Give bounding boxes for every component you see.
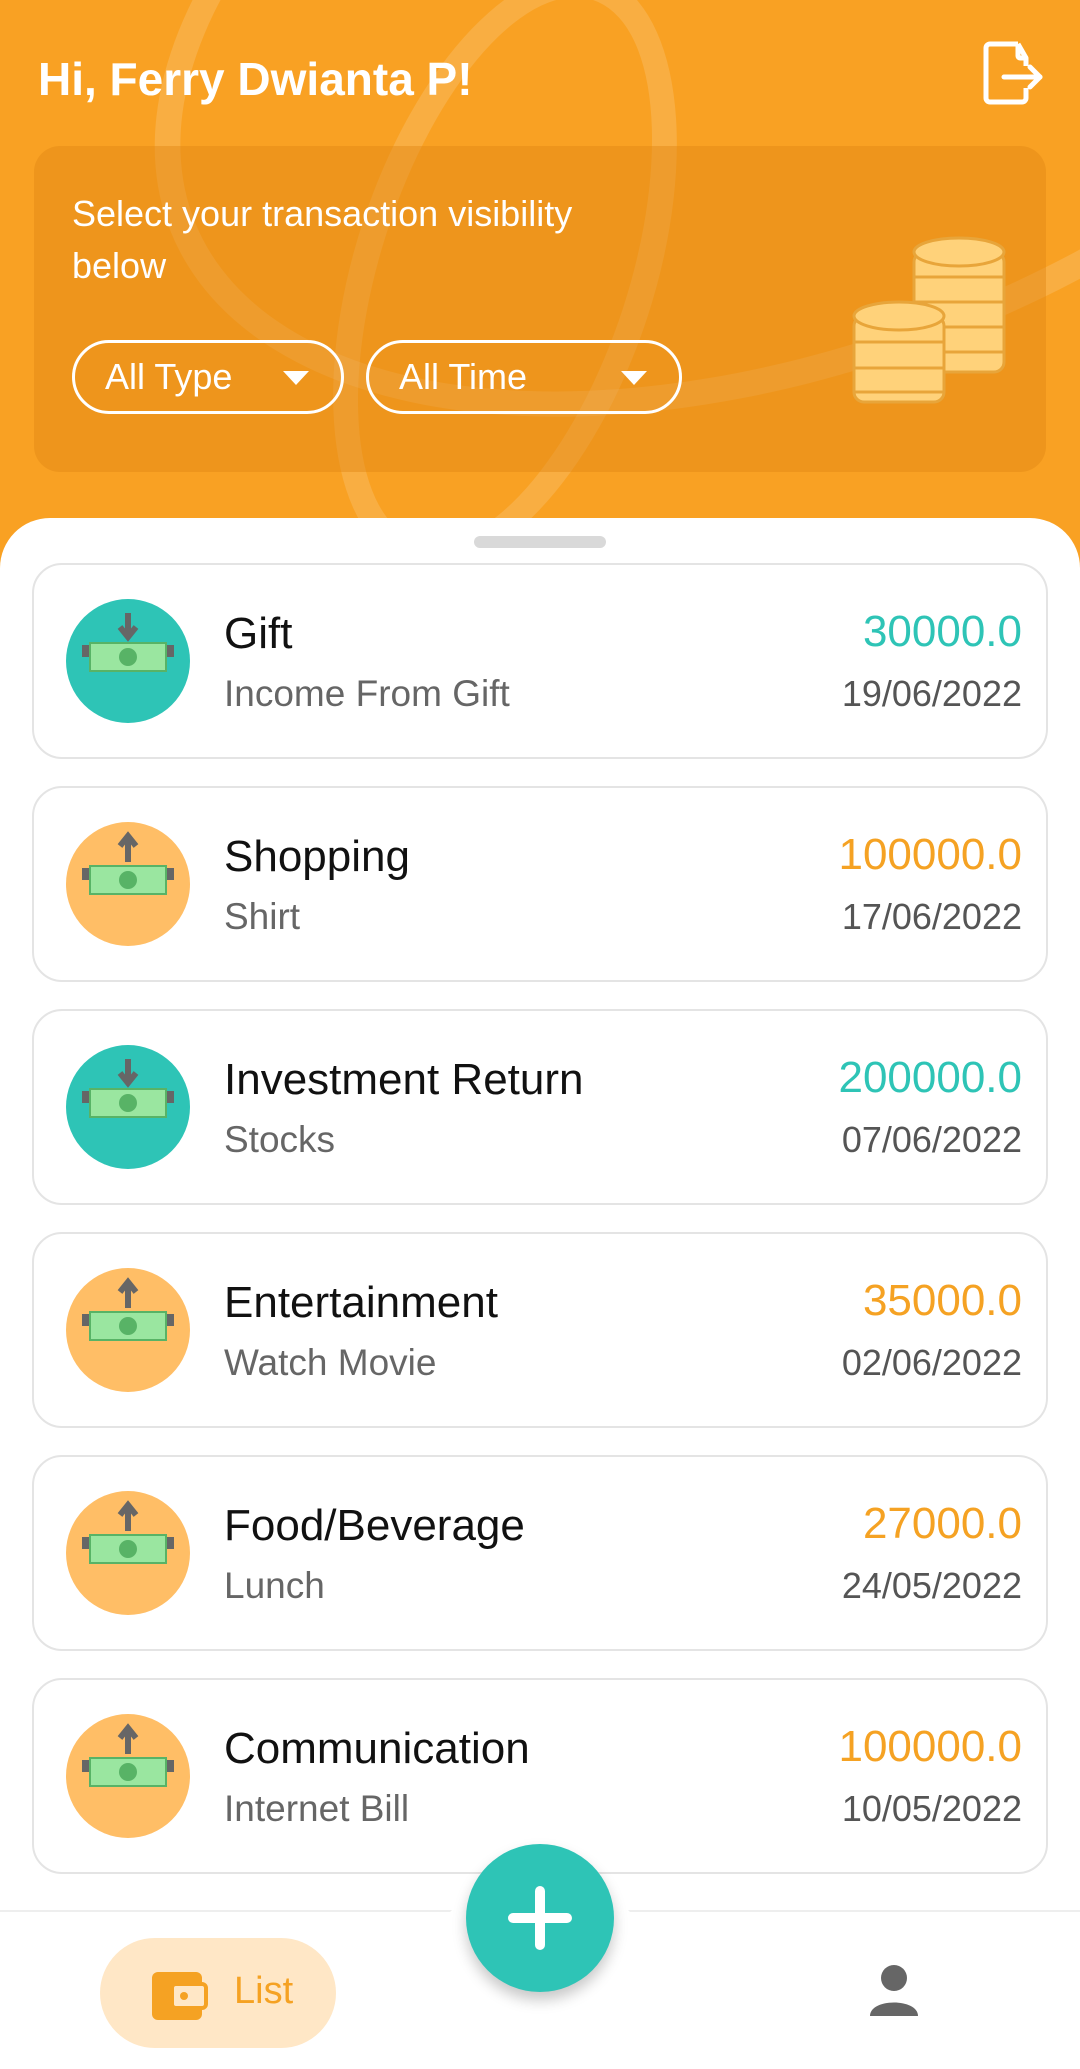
expense-cash-icon [66,1714,190,1838]
plus-icon [535,1886,545,1950]
transaction-date: 10/05/2022 [841,1788,1022,1829]
greeting-text: Hi, Ferry Dwianta P! [38,53,473,105]
transaction-amount: 200000.0 [838,1053,1022,1102]
transaction-amount: 30000.0 [862,607,1022,656]
transaction-subtitle: Internet Bill [224,1788,410,1829]
sheet-drag-handle[interactable] [474,536,606,548]
transaction-item[interactable]: Gift Income From Gift 30000.0 19/06/2022 [32,563,1048,759]
transaction-date: 24/05/2022 [841,1565,1022,1606]
filter-prompt: Select your transaction visibility below [72,193,573,286]
transaction-date: 19/06/2022 [841,673,1022,714]
profile-icon [870,1965,918,2016]
transaction-amount: 35000.0 [862,1276,1022,1325]
time-filter-value: All Time [399,356,528,397]
transaction-date: 02/06/2022 [841,1342,1022,1383]
transaction-title: Entertainment [224,1278,498,1327]
transaction-subtitle: Stocks [224,1119,336,1160]
transaction-subtitle: Income From Gift [224,673,510,714]
expense-cash-icon [66,1491,190,1615]
income-cash-icon [66,599,190,723]
nav-list-label: List [234,1970,294,2012]
expense-cash-icon [66,1268,190,1392]
time-filter-dropdown[interactable]: All Time [366,340,682,414]
transaction-list: Gift Income From Gift 30000.0 19/06/2022… [32,563,1048,1901]
caret-down-icon [283,371,309,385]
transaction-item[interactable]: Food/Beverage Lunch 27000.0 24/05/2022 [32,1455,1048,1651]
logout-icon [983,41,1043,105]
transaction-subtitle: Lunch [224,1565,325,1606]
transaction-item[interactable]: Investment Return Stocks 200000.0 07/06/… [32,1009,1048,1205]
transaction-item[interactable]: Entertainment Watch Movie 35000.0 02/06/… [32,1232,1048,1428]
transaction-amount: 100000.0 [838,830,1022,879]
transaction-title: Investment Return [224,1055,584,1104]
income-cash-icon [66,1045,190,1169]
add-transaction-button[interactable] [466,1844,614,1992]
logout-button[interactable] [978,38,1048,108]
nav-list-tab[interactable]: List [100,1938,336,2048]
transaction-subtitle: Watch Movie [224,1342,437,1383]
wallet-icon [152,1972,208,2020]
expense-cash-icon [66,822,190,946]
transaction-date: 07/06/2022 [841,1119,1022,1160]
transaction-amount: 100000.0 [838,1722,1022,1771]
transaction-subtitle: Shirt [224,896,301,937]
transaction-title: Communication [224,1724,530,1773]
caret-down-icon [621,371,647,385]
transaction-amount: 27000.0 [862,1499,1022,1548]
coins-icon [852,236,1006,404]
transaction-title: Food/Beverage [224,1501,525,1550]
type-filter-dropdown[interactable]: All Type [72,340,344,414]
transaction-title: Shopping [224,832,410,881]
transaction-item[interactable]: Shopping Shirt 100000.0 17/06/2022 [32,786,1048,982]
filter-card: Select your transaction visibility below… [34,146,1046,472]
transaction-date: 17/06/2022 [841,896,1022,937]
type-filter-value: All Type [105,356,233,397]
nav-profile-tab[interactable] [864,1960,924,2020]
transaction-title: Gift [224,609,293,658]
